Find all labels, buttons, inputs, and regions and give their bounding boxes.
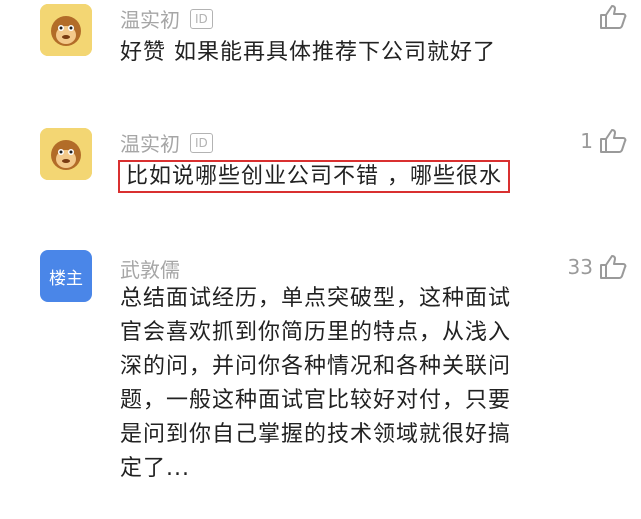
user-avatar[interactable] (40, 128, 92, 180)
highlighted-text: 比如说哪些创业公司不错 ，哪些很水 (118, 160, 510, 193)
like-count: 1 (580, 129, 593, 153)
comment-text: 好赞 如果能再具体推荐下公司就好了 (120, 40, 496, 65)
owner-avatar[interactable]: 楼主 (40, 250, 92, 302)
comment-header: 温实初 ID (120, 128, 213, 157)
comment-line: 定了... (120, 456, 190, 481)
id-badge: ID (190, 132, 213, 153)
comment-line: 总结面试经历，单点突破型，这种面试 (120, 286, 512, 311)
thumbs-up-icon (600, 255, 627, 279)
user-avatar[interactable] (40, 4, 92, 56)
username[interactable]: 温实初 (120, 128, 180, 157)
thumbs-up-icon (600, 129, 627, 153)
like-count: 33 (567, 255, 593, 279)
monkey-icon (40, 4, 92, 56)
thumbs-up-icon (600, 5, 627, 29)
monkey-icon (40, 128, 92, 180)
username[interactable]: 温实初 (120, 4, 180, 33)
comment-line: 深的问，并问你各种情况和各种关联问 (120, 354, 512, 379)
like-button[interactable]: 33 (568, 254, 627, 280)
comment-line: 是问到你自己掌握的技术领域就很好搞 (120, 422, 512, 447)
comment-text: 总结面试经历，单点突破型，这种面试 官会喜欢抓到你简历里的特点，从浅入 深的问，… (120, 282, 511, 486)
id-badge: ID (190, 8, 213, 29)
username[interactable]: 武敦儒 (120, 254, 180, 283)
comment-line: 题，一般这种面试官比较好对付，只要 (120, 388, 512, 413)
owner-label: 楼主 (49, 268, 83, 289)
comment-text: 比如说哪些创业公司不错 ，哪些很水 (118, 160, 510, 194)
like-button[interactable]: 1 (580, 128, 627, 154)
like-button[interactable] (593, 4, 627, 30)
comment-header: 武敦儒 (120, 254, 180, 283)
comment-header: 温实初 ID (120, 4, 213, 33)
comment-line: 官会喜欢抓到你简历里的特点，从浅入 (120, 320, 512, 345)
